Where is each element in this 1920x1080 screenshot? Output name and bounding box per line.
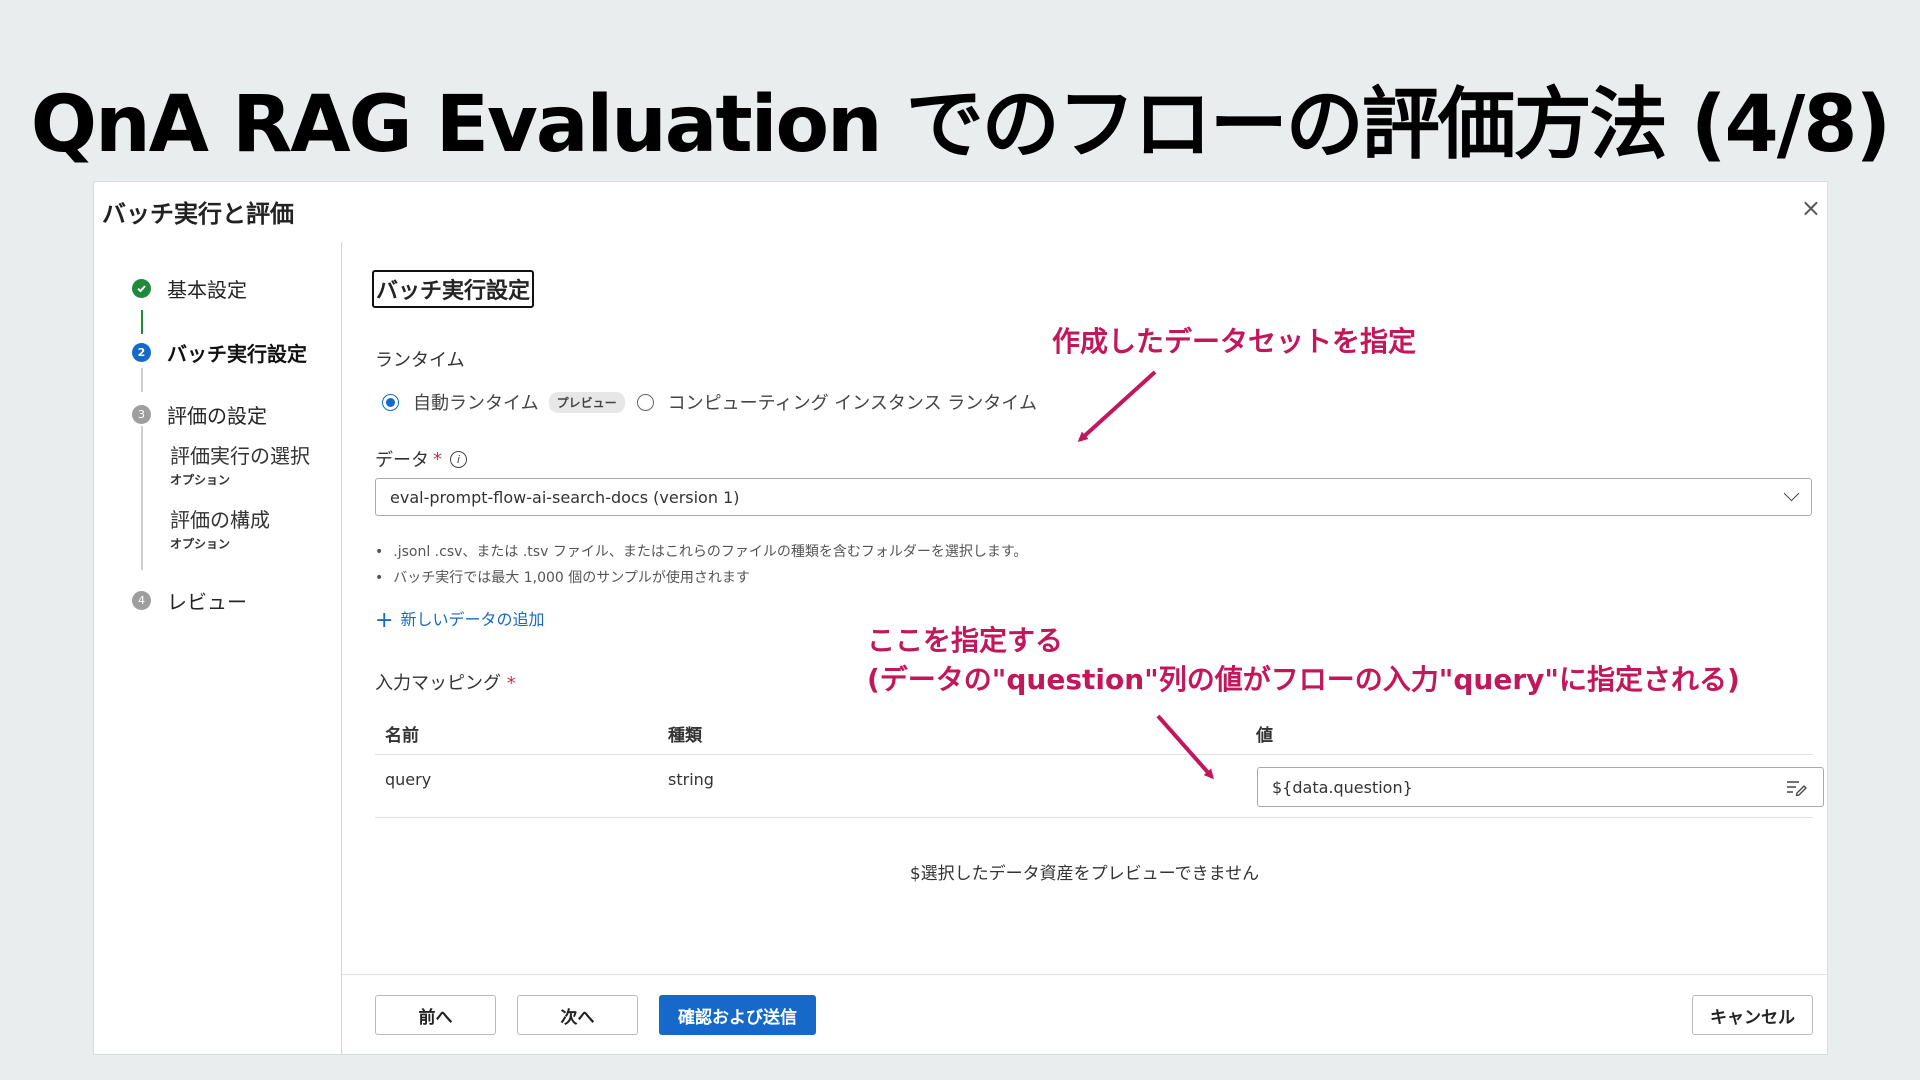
radio-auto-runtime[interactable]: [382, 393, 399, 411]
annotation-dataset: 作成したデータセットを指定: [1052, 325, 1417, 358]
table-header-divider: [375, 754, 1813, 755]
step-connector: [141, 426, 143, 570]
data-field-label: データ * i: [375, 446, 467, 472]
substep-label: 評価実行の選択: [170, 444, 310, 468]
step-connector-done: [141, 310, 143, 334]
add-data-link[interactable]: + 新しいデータの追加: [375, 606, 545, 633]
step-review[interactable]: 4 レビュー: [132, 586, 247, 615]
auto-runtime-label: 自動ランタイム: [413, 393, 539, 414]
step-label: 評価の設定: [167, 404, 267, 428]
row-name: query: [385, 770, 432, 789]
hint-sample-limit: バッチ実行では最大 1,000 個のサンプルが使用されます: [375, 567, 750, 587]
mapping-value-input[interactable]: ${data.question}: [1257, 767, 1824, 807]
edit-expression-icon[interactable]: [1785, 778, 1807, 800]
col-header-type: 種類: [668, 726, 702, 746]
dialog-title: バッチ実行と評価: [102, 200, 294, 228]
step-batch-settings[interactable]: 2 バッチ実行設定: [132, 338, 307, 367]
batch-run-dialog: バッチ実行と評価 × 基本設定 2 バッチ実行設定 3 評価の設定 評価実行の選…: [93, 181, 1828, 1055]
review-submit-button[interactable]: 確認および送信: [659, 995, 816, 1035]
substep-eval-config[interactable]: 評価の構成 オプション: [170, 504, 270, 552]
mapping-label-text: 入力マッピング: [375, 673, 501, 694]
cancel-button[interactable]: キャンセル: [1692, 995, 1813, 1035]
info-icon[interactable]: i: [450, 450, 467, 468]
substep-label: 評価の構成: [170, 508, 270, 532]
step-label: バッチ実行設定: [167, 342, 307, 366]
step-basic-settings[interactable]: 基本設定: [132, 274, 247, 303]
runtime-options: 自動ランタイム プレビュー コンピューティング インスタンス ランタイム: [382, 389, 1037, 415]
data-preview-message: $選択したデータ資産をプレビューできません: [909, 864, 1260, 884]
optional-tag: オプション: [170, 473, 231, 487]
step-number: 2: [132, 343, 151, 362]
optional-tag: オプション: [170, 537, 231, 551]
step-connector: [141, 368, 143, 392]
step-number: 4: [132, 591, 151, 610]
table-row-divider: [375, 817, 1813, 818]
chevron-down-icon: [1783, 485, 1800, 502]
step-label: レビュー: [167, 590, 247, 614]
add-data-label: 新しいデータの追加: [400, 610, 545, 629]
mapping-value-text: ${data.question}: [1272, 777, 1413, 797]
step-label: 基本設定: [167, 278, 247, 302]
step-number: 3: [132, 405, 151, 424]
section-title: バッチ実行設定: [372, 270, 535, 308]
prev-button[interactable]: 前へ: [375, 995, 496, 1035]
data-label-text: データ: [375, 450, 429, 471]
radio-compute-runtime[interactable]: [636, 393, 654, 411]
substep-eval-run-select[interactable]: 評価実行の選択 オプション: [170, 440, 310, 488]
hint-file-types: .jsonl .csv、または .tsv ファイル、またはこれらのファイルの種類…: [375, 541, 1027, 561]
wizard-steps-sidebar: 基本設定 2 バッチ実行設定 3 評価の設定 評価実行の選択 オプション 評価の…: [94, 242, 342, 1054]
annotation-mapping-detail: (データの"question"列の値がフローの入力"query"に指定される): [867, 663, 1740, 696]
runtime-label: ランタイム: [375, 350, 465, 371]
annotation-mapping-title: ここを指定する: [867, 624, 1064, 657]
col-header-name: 名前: [385, 726, 419, 746]
col-header-value: 値: [1256, 726, 1273, 746]
data-select[interactable]: eval-prompt-flow-ai-search-docs (version…: [375, 478, 1812, 516]
preview-badge: プレビュー: [548, 391, 625, 413]
next-button[interactable]: 次へ: [517, 995, 638, 1035]
input-mapping-label: 入力マッピング *: [375, 669, 516, 695]
required-mark: *: [433, 448, 442, 470]
row-type: string: [668, 770, 714, 789]
checkmark-icon: [132, 279, 151, 298]
required-mark: *: [506, 673, 516, 694]
slide-title: QnA RAG Evaluation でのフローの評価方法 (4/8): [30, 80, 1891, 170]
compute-runtime-label: コンピューティング インスタンス ランタイム: [667, 393, 1037, 414]
plus-icon: +: [375, 608, 394, 633]
step-eval-settings[interactable]: 3 評価の設定: [132, 400, 267, 429]
data-select-value: eval-prompt-flow-ai-search-docs (version…: [390, 487, 740, 507]
batch-settings-panel: バッチ実行設定 ランタイム 自動ランタイム プレビュー コンピューティング イン…: [342, 182, 1827, 1054]
footer-divider: [342, 974, 1827, 975]
